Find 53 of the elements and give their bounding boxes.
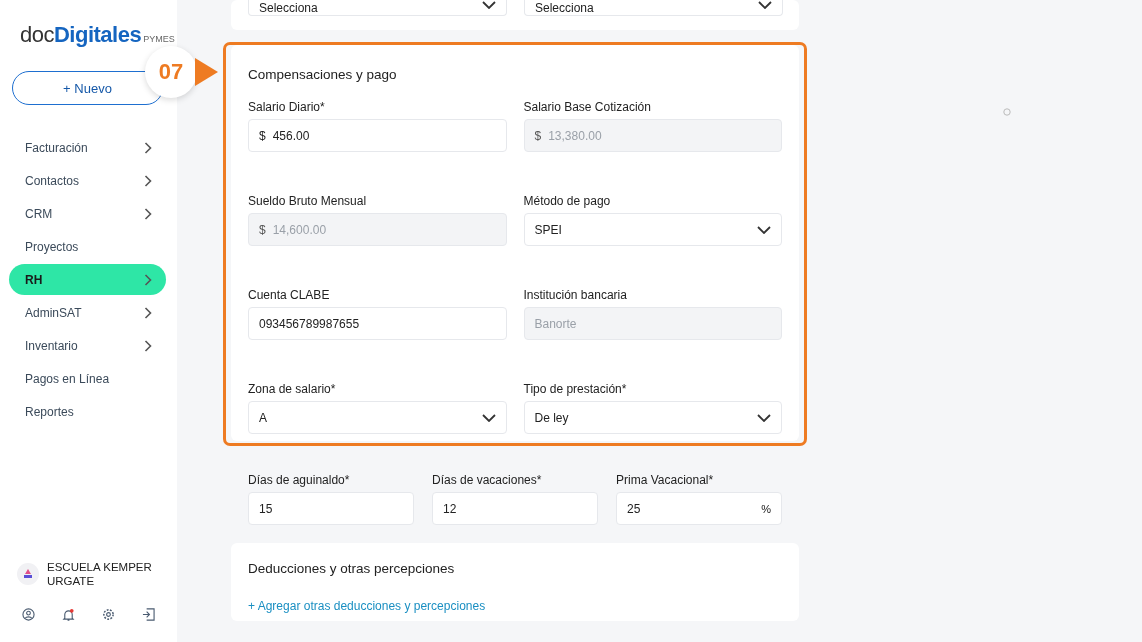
- sidebar-item[interactable]: Reportes: [9, 396, 166, 427]
- select-field[interactable]: SPEI: [523, 213, 782, 246]
- settings-icon[interactable]: [102, 608, 116, 621]
- sidebar-item[interactable]: Proyectos: [9, 231, 166, 262]
- sidebar-item[interactable]: RH: [9, 264, 166, 295]
- sidebar-item[interactable]: CRM: [9, 198, 166, 229]
- chevron-down-icon: [482, 1, 496, 9]
- input-field[interactable]: 093456789987655: [248, 307, 507, 340]
- chevron-right-icon: [144, 207, 152, 220]
- chevron-down-icon: [481, 413, 496, 422]
- info-icon: [1003, 108, 1011, 116]
- user-icon[interactable]: [21, 608, 35, 621]
- select-field[interactable]: A: [248, 401, 507, 434]
- field-label: Zona de salario*: [248, 382, 337, 395]
- select-field[interactable]: Selecciona: [524, 0, 783, 16]
- chevron-down-icon: [758, 1, 772, 9]
- sidebar-item[interactable]: Contactos: [9, 165, 166, 196]
- field-label: Método de pago: [523, 194, 612, 207]
- input-field[interactable]: 15: [248, 492, 414, 525]
- sidebar-item[interactable]: Pagos en Línea: [9, 363, 166, 394]
- sidebar-item[interactable]: AdminSAT: [9, 297, 166, 328]
- field-label: Días de aguinaldo*: [248, 473, 351, 486]
- chevron-right-icon: [144, 339, 152, 352]
- chevron-down-icon: [757, 413, 771, 422]
- logo: docDigitales PYMES: [20, 22, 176, 48]
- chevron-right-icon: [144, 273, 152, 286]
- organization-name: ESCUELA KEMPER URGATE: [47, 560, 153, 588]
- field-label: Sueldo Bruto Mensual: [248, 194, 368, 207]
- sidebar-item[interactable]: Inventario: [9, 330, 166, 361]
- chevron-right-icon: [144, 174, 152, 187]
- organization-logo-icon: [22, 568, 34, 580]
- pointer-arrow-icon: [195, 58, 218, 86]
- section-title: Deducciones y otras percepciones: [248, 561, 456, 577]
- input-field[interactable]: 12: [432, 492, 598, 525]
- field-label: Tipo de prestación*: [523, 382, 628, 395]
- add-deductions-link[interactable]: + Agregar otras deducciones y percepciones: [248, 599, 486, 613]
- field-label: Días de vacaciones*: [432, 473, 543, 486]
- field-label: Cuenta CLABE: [248, 288, 331, 301]
- logout-icon[interactable]: [142, 608, 156, 621]
- chevron-right-icon: [144, 141, 152, 154]
- input-field[interactable]: $ 456.00: [248, 119, 507, 152]
- select-field[interactable]: Selecciona: [248, 0, 507, 16]
- chevron-right-icon: [144, 306, 152, 319]
- sidebar-item[interactable]: Facturación: [9, 132, 166, 163]
- input-field[interactable]: 25 %: [616, 492, 782, 525]
- field-label: Prima Vacacional*: [616, 473, 715, 486]
- chevron-down-icon: [757, 225, 771, 234]
- field-label: Institución bancaria: [523, 288, 628, 301]
- field-label: Salario Diario*: [248, 100, 326, 113]
- section-title: Compensaciones y pago: [248, 67, 398, 83]
- select-field[interactable]: De ley: [523, 401, 782, 434]
- bell-icon[interactable]: [61, 608, 75, 622]
- field-label: Salario Base Cotización: [523, 100, 652, 113]
